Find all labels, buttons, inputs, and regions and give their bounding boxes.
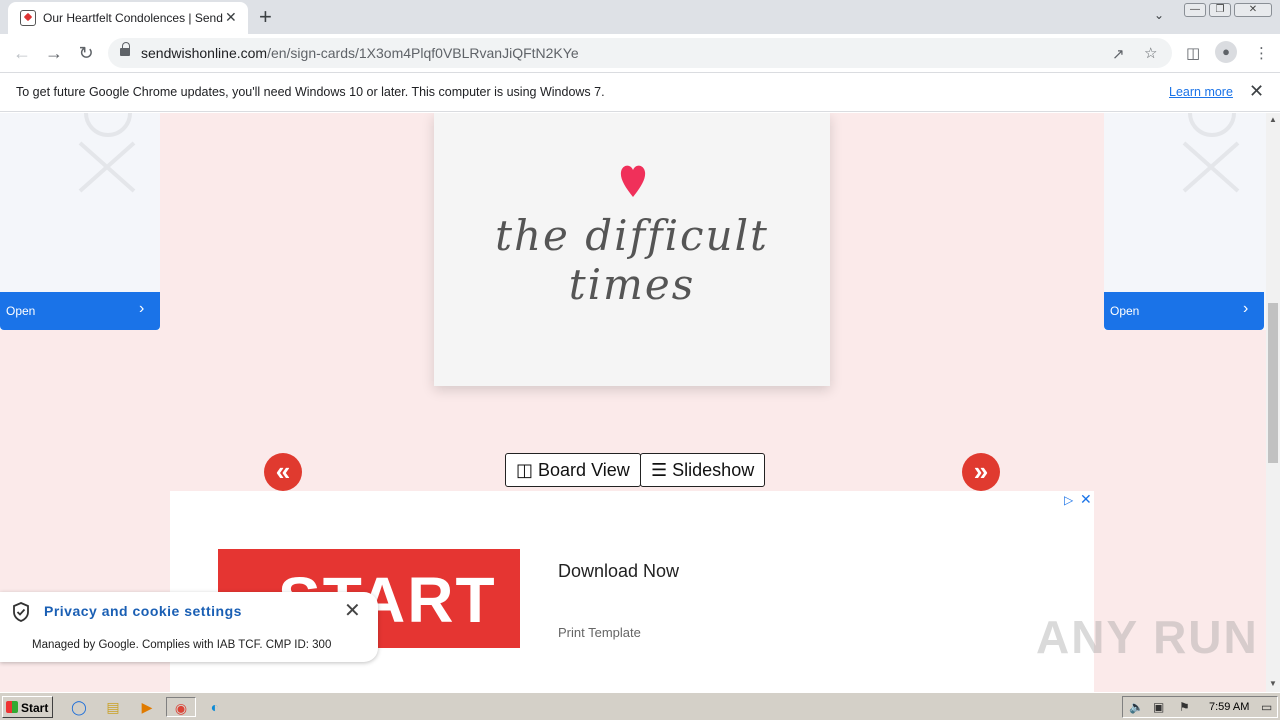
start-button[interactable]: Start xyxy=(2,696,53,718)
tab-search-chevron-icon[interactable]: ⌄ xyxy=(1154,8,1164,22)
chevron-right-icon: › xyxy=(1243,300,1249,317)
system-tray: 🔈 ▣ ⚑ 7:59 AM ▭ xyxy=(1122,696,1278,718)
ad-close-icon[interactable]: ✕ xyxy=(1080,491,1092,508)
right-ad-open-label: Open xyxy=(1110,304,1140,318)
scroll-up-icon[interactable]: ▲ xyxy=(1269,115,1277,124)
sliders-icon: ☰ xyxy=(651,460,668,480)
file-explorer-icon[interactable]: ▤ xyxy=(102,697,124,717)
right-side-ad[interactable]: Open › xyxy=(1104,113,1266,330)
tab-close-icon[interactable]: ✕ xyxy=(225,9,237,26)
heart-icon xyxy=(620,165,646,197)
back-arrow-icon[interactable]: ← xyxy=(10,41,34,65)
board-view-label: Board View xyxy=(538,460,630,480)
learn-more-link[interactable]: Learn more xyxy=(1169,85,1233,99)
cookie-panel-title[interactable]: Privacy and cookie settings xyxy=(44,603,242,619)
new-tab-button[interactable]: + xyxy=(259,4,272,30)
browser-toolbar: ← → ↻ sendwishonline.com/en/sign-cards/1… xyxy=(0,34,1280,72)
board-view-icon: ◫ xyxy=(516,460,534,480)
action-center-flag-icon[interactable]: ⚑ xyxy=(1179,700,1190,714)
left-ad-open-button[interactable]: Open › xyxy=(0,292,160,330)
media-player-icon[interactable]: ▶ xyxy=(136,697,158,717)
menu-kebab-icon[interactable]: ⋮ xyxy=(1254,44,1269,62)
profile-avatar-icon[interactable]: ● xyxy=(1215,41,1237,63)
page-viewport: Open › Open › the difficult times « ◫ Bo… xyxy=(0,113,1266,692)
windows-taskbar: Start ◯ ▤ ▶ ◉ ◐ 🔈 ▣ ⚑ 7:59 AM ▭ xyxy=(0,692,1280,720)
minimize-button[interactable]: — xyxy=(1184,3,1206,17)
url-path: /en/sign-cards/1X3om4Plqf0VBLRvanJiQFtN2… xyxy=(267,45,579,61)
slideshow-label: Slideshow xyxy=(672,460,755,480)
internet-explorer-icon[interactable]: ◯ xyxy=(68,697,90,717)
show-desktop-icon[interactable]: ▭ xyxy=(1261,700,1272,714)
lock-icon[interactable] xyxy=(120,42,130,57)
update-infobar: To get future Google Chrome updates, you… xyxy=(0,72,1280,112)
ad-headline-link[interactable]: Download Now xyxy=(558,561,679,582)
left-side-ad[interactable]: Open › xyxy=(0,113,160,330)
ad-subtitle: Print Template xyxy=(558,625,641,640)
share-icon[interactable]: ↗ xyxy=(1112,45,1125,63)
scrollbar-thumb[interactable] xyxy=(1268,303,1278,463)
slideshow-button[interactable]: ☰ Slideshow xyxy=(640,453,766,487)
url-text[interactable]: sendwishonline.com/en/sign-cards/1X3om4P… xyxy=(141,45,579,61)
tab-strip: Our Heartfelt Condolences | Sendwish ✕ +… xyxy=(0,0,1280,34)
clock-time[interactable]: 7:59 AM xyxy=(1209,701,1249,713)
address-bar[interactable]: sendwishonline.com/en/sign-cards/1X3om4P… xyxy=(108,38,1172,68)
ad-logo-icon xyxy=(78,113,136,193)
infobar-close-icon[interactable]: ✕ xyxy=(1249,81,1264,102)
infobar-message: To get future Google Chrome updates, you… xyxy=(16,85,605,99)
start-label: Start xyxy=(21,701,49,715)
forward-arrow-icon[interactable]: → xyxy=(42,41,66,65)
chrome-taskbar-icon[interactable]: ◉ xyxy=(166,697,196,717)
maximize-button[interactable]: ❐ xyxy=(1209,3,1231,17)
cookie-close-icon[interactable]: ✕ xyxy=(344,598,361,623)
cookie-settings-panel[interactable]: Privacy and cookie settings ✕ Managed by… xyxy=(0,592,378,662)
previous-card-button[interactable]: « xyxy=(264,453,302,491)
board-view-button[interactable]: ◫ Board View xyxy=(505,453,641,487)
volume-icon[interactable]: 🔈 xyxy=(1129,700,1144,714)
adchoices-icon[interactable]: ▷ xyxy=(1064,493,1073,507)
shield-check-icon xyxy=(13,602,29,622)
left-ad-open-label: Open xyxy=(6,304,36,318)
tab-title: Our Heartfelt Condolences | Sendwish xyxy=(43,11,223,25)
next-card-button[interactable]: » xyxy=(962,453,1000,491)
scroll-down-icon[interactable]: ▼ xyxy=(1269,679,1277,688)
windows-logo-icon xyxy=(6,701,18,713)
close-window-button[interactable]: ✕ xyxy=(1234,3,1272,17)
page-scrollbar[interactable]: ▲ ▼ xyxy=(1266,113,1280,692)
condolence-card[interactable]: the difficult times xyxy=(434,113,830,386)
side-panel-icon[interactable]: ◫ xyxy=(1186,44,1200,62)
cookie-panel-subtitle: Managed by Google. Complies with IAB TCF… xyxy=(32,639,332,651)
bookmark-star-icon[interactable]: ☆ xyxy=(1144,44,1157,62)
reload-icon[interactable]: ↻ xyxy=(74,41,98,65)
right-ad-open-button[interactable]: Open › xyxy=(1104,292,1264,330)
card-script-text: the difficult times xyxy=(495,211,769,309)
browser-tab[interactable]: Our Heartfelt Condolences | Sendwish ✕ xyxy=(8,2,248,34)
anyrun-watermark: ANY RUN xyxy=(1036,611,1259,663)
site-favicon-icon xyxy=(20,10,36,26)
edge-icon[interactable]: ◐ xyxy=(204,697,226,717)
network-icon[interactable]: ▣ xyxy=(1153,700,1164,714)
ad-logo-icon xyxy=(1182,113,1240,193)
url-domain: sendwishonline.com xyxy=(141,45,268,61)
chevron-right-icon: › xyxy=(139,300,145,317)
